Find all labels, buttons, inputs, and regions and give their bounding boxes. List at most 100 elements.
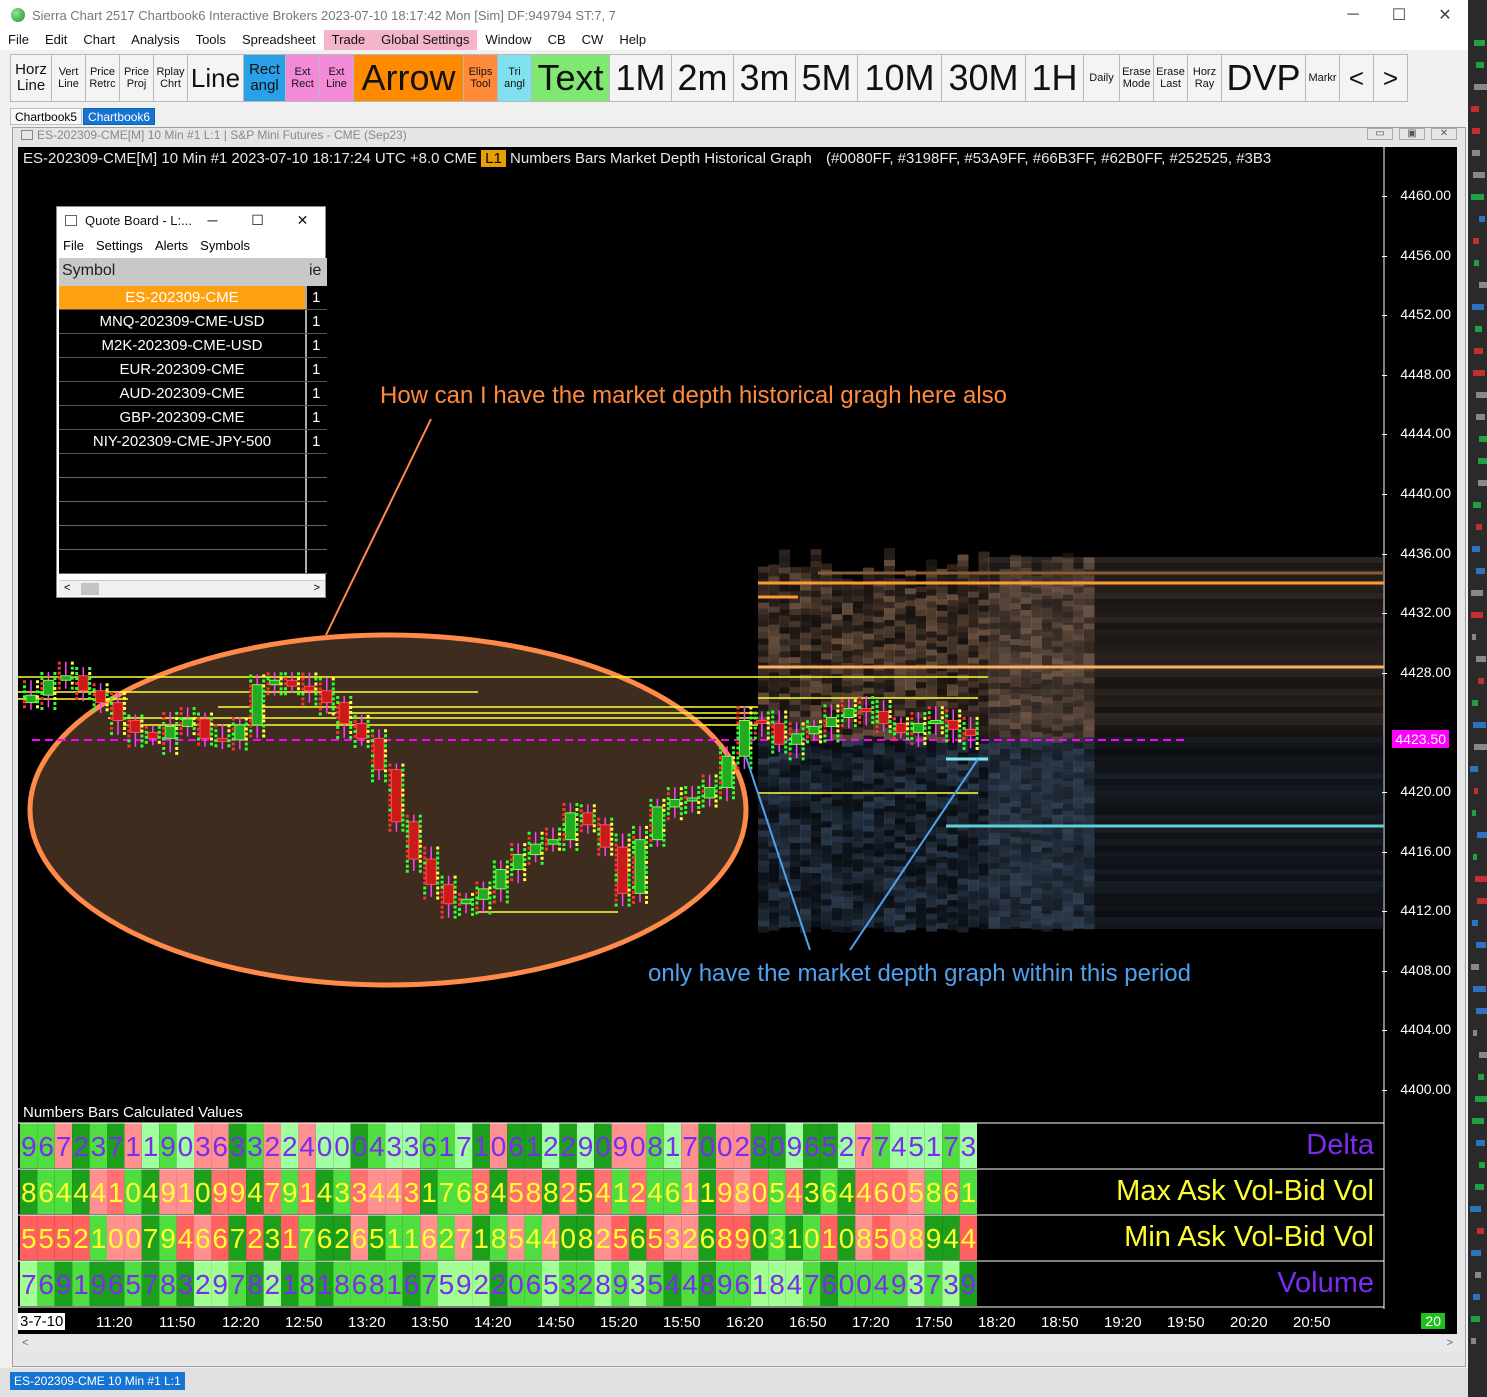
toolbar-button-dvp[interactable]: DVP bbox=[1222, 54, 1306, 102]
depth-heatmap-cell bbox=[789, 867, 801, 874]
depth-heatmap-cell bbox=[894, 884, 906, 891]
menu-cw[interactable]: CW bbox=[574, 30, 612, 50]
quote-board-row[interactable]: NIY-202309-CME-JPY-500 1 bbox=[59, 430, 327, 454]
quote-board-row[interactable]: GBP-202309-CME 1 bbox=[59, 406, 327, 430]
depth-heatmap-cell bbox=[905, 678, 916, 685]
quote-board-empty-row[interactable] bbox=[59, 478, 327, 502]
column-symbol[interactable]: Symbol bbox=[59, 258, 307, 286]
menu-analysis[interactable]: Analysis bbox=[123, 30, 187, 50]
tab-chartbook5[interactable]: Chartbook5 bbox=[10, 108, 83, 125]
chart-minimize-button[interactable]: ▭ bbox=[1367, 128, 1393, 140]
toolbar-button-rect-angl[interactable]: Rect angl bbox=[244, 54, 286, 102]
menu-window[interactable]: Window bbox=[477, 30, 539, 50]
depth-heatmap-cell bbox=[968, 897, 979, 904]
toolbar-button-price-retrc[interactable]: Price Retrc bbox=[86, 54, 120, 102]
footprint-cell bbox=[231, 717, 235, 721]
qb-close-button[interactable]: ✕ bbox=[280, 207, 325, 233]
toolbar-button-price-proj[interactable]: Price Proj bbox=[120, 54, 154, 102]
quote-board-row[interactable]: EUR-202309-CME 1 bbox=[59, 358, 327, 382]
menu-cb[interactable]: CB bbox=[540, 30, 574, 50]
toolbar-button-daily[interactable]: Daily bbox=[1084, 54, 1120, 102]
toolbar-button-ext-rect[interactable]: Ext Rect bbox=[286, 54, 320, 102]
toolbar-button-text[interactable]: Text bbox=[532, 54, 610, 102]
chart-hscrollbar[interactable]: < > bbox=[18, 1336, 1457, 1352]
maximize-button[interactable]: ☐ bbox=[1376, 0, 1422, 30]
quote-board-row[interactable]: MNQ-202309-CME-USD 1 bbox=[59, 310, 327, 334]
toolbar-button-erase-mode[interactable]: Erase Mode bbox=[1120, 54, 1154, 102]
menu-chart[interactable]: Chart bbox=[75, 30, 123, 50]
toolbar-button-markr[interactable]: Markr bbox=[1306, 54, 1340, 102]
chart-restore-button[interactable]: ▣ bbox=[1399, 128, 1425, 140]
quote-board-empty-row[interactable] bbox=[59, 454, 327, 478]
menu-help[interactable]: Help bbox=[611, 30, 654, 50]
toolbar-button-3m[interactable]: 3m bbox=[734, 54, 796, 102]
menu-global-settings[interactable]: Global Settings bbox=[373, 30, 478, 50]
quote-board-row[interactable]: M2K-202309-CME-USD 1 bbox=[59, 334, 327, 358]
scroll-thumb[interactable] bbox=[81, 583, 99, 595]
footprint-cell bbox=[388, 828, 392, 832]
depth-heatmap-cell bbox=[905, 810, 916, 817]
tab-chartbook6[interactable]: Chartbook6 bbox=[83, 108, 156, 125]
toolbar-button-vert-line[interactable]: Vert Line bbox=[52, 54, 86, 102]
menu-edit[interactable]: Edit bbox=[37, 30, 75, 50]
qb-menu-alerts[interactable]: Alerts bbox=[149, 238, 194, 253]
time-axis[interactable]: 3-7-10 20 11:20 11:50 12:20 12:50 13:20 13:50… bbox=[18, 1309, 1457, 1334]
depth-heatmap-cell bbox=[800, 776, 811, 783]
chart-scroll-left-icon[interactable]: < bbox=[22, 1337, 28, 1349]
quote-board-hscrollbar[interactable]: < > bbox=[59, 580, 325, 596]
toolbar-button-tri-angl[interactable]: Tri angl bbox=[498, 54, 532, 102]
toolbar-button->[interactable]: > bbox=[1374, 54, 1408, 102]
quote-board-empty-row[interactable] bbox=[59, 526, 327, 550]
depth-heatmap-cell bbox=[915, 892, 927, 899]
toolbar-button-elips-tool[interactable]: Elips Tool bbox=[464, 54, 498, 102]
qb-menu-symbols[interactable]: Symbols bbox=[194, 238, 256, 253]
status-chart-tab[interactable]: ES-202309-CME 10 Min #1 L:1 bbox=[10, 1372, 185, 1390]
toolbar-button-ext-line[interactable]: Ext Line bbox=[320, 54, 354, 102]
background-window-fragment bbox=[1478, 480, 1487, 486]
scroll-left-icon[interactable]: < bbox=[64, 582, 70, 594]
scroll-right-icon[interactable]: > bbox=[314, 582, 320, 594]
numbers-bar-value: 6 bbox=[404, 1269, 420, 1300]
toolbar-button-line[interactable]: Line bbox=[188, 54, 244, 102]
toolbar-button-1m[interactable]: 1M bbox=[610, 54, 672, 102]
qb-menu-settings[interactable]: Settings bbox=[90, 238, 149, 253]
close-button[interactable]: ✕ bbox=[1422, 0, 1468, 30]
background-window-fragment bbox=[1471, 590, 1483, 596]
footprint-cell bbox=[331, 687, 335, 691]
toolbar-button-10m[interactable]: 10M bbox=[858, 54, 942, 102]
menu-file[interactable]: File bbox=[0, 30, 37, 50]
footprint-cell bbox=[266, 682, 270, 686]
footprint-cell bbox=[610, 827, 614, 831]
toolbar-button-<[interactable]: < bbox=[1340, 54, 1374, 102]
menu-spreadsheet[interactable]: Spreadsheet bbox=[234, 30, 324, 50]
toolbar-button-horz-ray[interactable]: Horz Ray bbox=[1188, 54, 1222, 102]
toolbar-button-30m[interactable]: 30M bbox=[942, 54, 1026, 102]
menu-trade[interactable]: Trade bbox=[323, 30, 374, 50]
depth-heatmap-cell bbox=[831, 800, 843, 807]
toolbar-button-rplay-chrt[interactable]: Rplay Chrt bbox=[154, 54, 188, 102]
quote-board-row[interactable]: ES-202309-CME 1 bbox=[59, 286, 327, 310]
depth-heatmap-cell bbox=[915, 706, 927, 713]
footprint-cell bbox=[40, 687, 44, 691]
toolbar-button-erase-last[interactable]: Erase Last bbox=[1154, 54, 1188, 102]
quote-board-empty-row[interactable] bbox=[59, 502, 327, 526]
toolbar-button-2m[interactable]: 2m bbox=[672, 54, 734, 102]
toolbar-button-5m[interactable]: 5M bbox=[796, 54, 858, 102]
chart-scroll-right-icon[interactable]: > bbox=[1447, 1337, 1453, 1349]
footprint-cell bbox=[127, 734, 131, 738]
quote-board-empty-row[interactable] bbox=[59, 550, 327, 574]
footprint-cell bbox=[57, 666, 61, 670]
minimize-button[interactable]: ─ bbox=[1330, 0, 1376, 30]
toolbar-button-arrow[interactable]: Arrow bbox=[354, 54, 464, 102]
quote-board-row[interactable]: AUD-202309-CME 1 bbox=[59, 382, 327, 406]
toolbar-button-1h[interactable]: 1H bbox=[1026, 54, 1084, 102]
qb-minimize-button[interactable]: ─ bbox=[190, 207, 235, 233]
menu-tools[interactable]: Tools bbox=[188, 30, 234, 50]
column-2[interactable]: ie bbox=[307, 258, 327, 286]
footprint-cell bbox=[279, 692, 283, 696]
chart-close-button[interactable]: ✕ bbox=[1431, 128, 1457, 140]
toolbar-button-horz-line[interactable]: Horz Line bbox=[10, 54, 52, 102]
qb-menu-file[interactable]: File bbox=[57, 238, 90, 253]
footprint-cell bbox=[279, 687, 283, 691]
qb-maximize-button[interactable]: ☐ bbox=[235, 207, 280, 233]
